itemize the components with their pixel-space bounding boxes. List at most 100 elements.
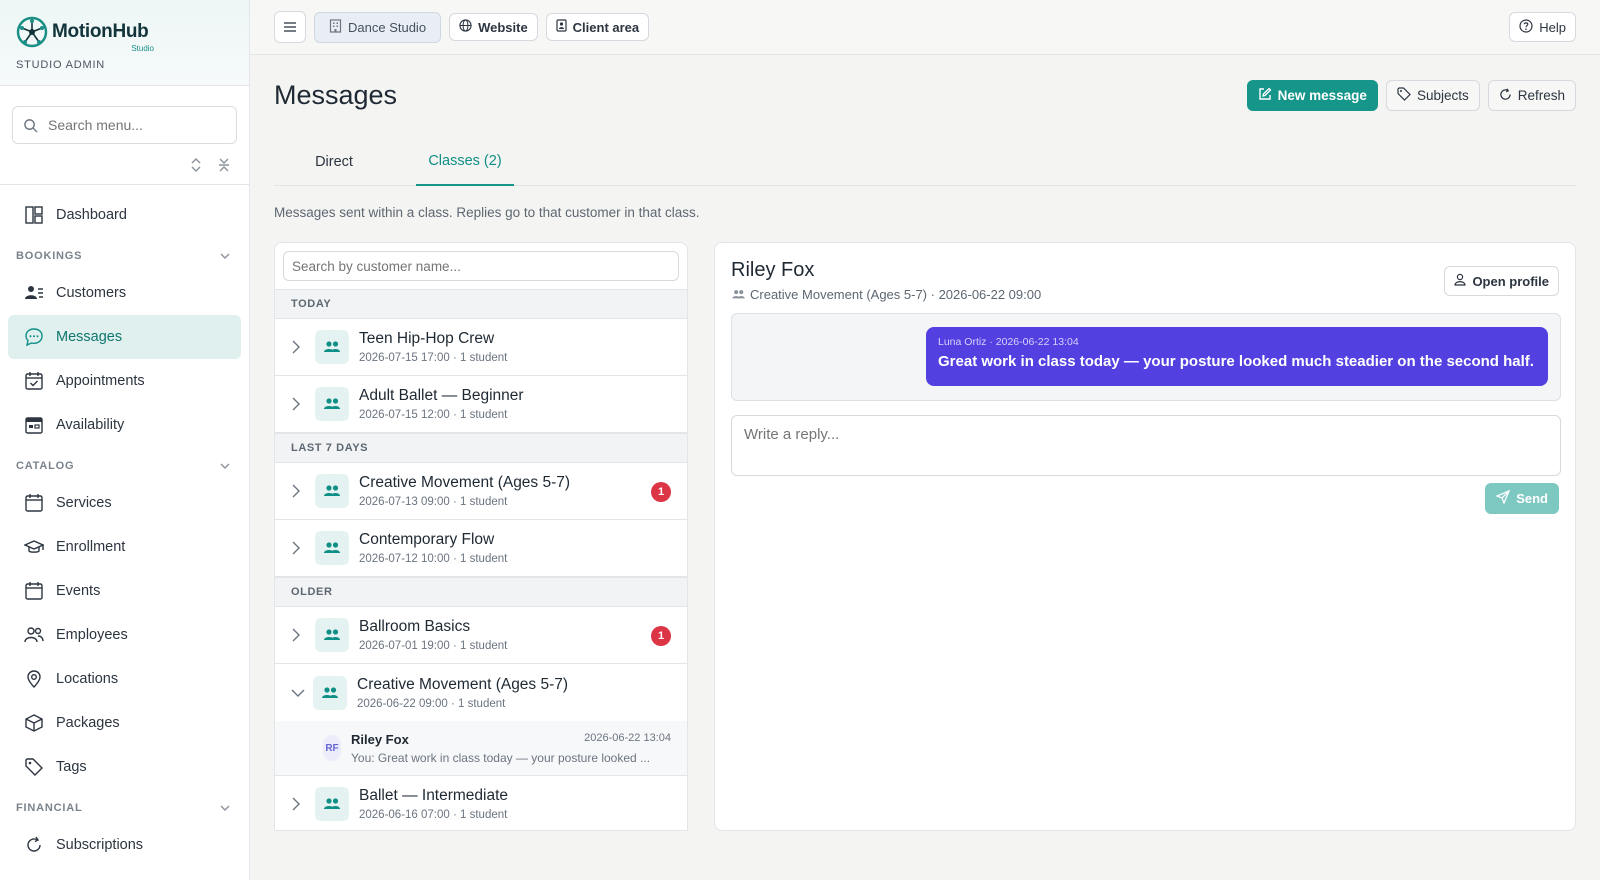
- section-label: BOOKINGS: [16, 250, 83, 262]
- studio-label: Dance Studio: [348, 19, 427, 35]
- topbar: Dance Studio Website Client area Help: [250, 0, 1600, 55]
- section-catalog[interactable]: CATALOG: [0, 451, 249, 481]
- sidebar-item-dashboard[interactable]: Dashboard: [8, 193, 241, 237]
- avatar: RF: [323, 735, 341, 761]
- chevron-right-icon: [291, 797, 307, 811]
- class-row[interactable]: Teen Hip-Hop Crew 2026-07-15 17:00 · 1 st…: [275, 319, 687, 376]
- sidebar-item-label: Dashboard: [56, 207, 127, 223]
- studio-selector-button[interactable]: Dance Studio: [314, 11, 442, 43]
- sidebar-item-label: Employees: [56, 627, 128, 643]
- expand-all-icon[interactable]: [189, 158, 203, 172]
- help-label: Help: [1539, 19, 1566, 35]
- class-row[interactable]: Ballroom Basics 2026-07-01 19:00 · 1 stud…: [275, 607, 687, 664]
- class-list-panel: TODAY Teen Hip-Hop Crew 2026-07-15 17:00 …: [274, 242, 688, 831]
- sidebar-item-availability[interactable]: Availability: [8, 403, 241, 447]
- sidebar-item-events[interactable]: Events: [8, 569, 241, 613]
- class-name: Creative Movement (Ages 5-7): [357, 675, 569, 693]
- chevron-down-icon: [219, 460, 231, 472]
- refresh-icon: [24, 835, 44, 855]
- people-icon: [732, 290, 745, 299]
- refresh-label: Refresh: [1517, 88, 1565, 103]
- sidebar-item-locations[interactable]: Locations: [8, 657, 241, 701]
- class-name: Adult Ballet — Beginner: [359, 387, 524, 404]
- section-label: CATALOG: [16, 460, 75, 472]
- sidebar-item-label: Events: [56, 583, 101, 599]
- tab-direct[interactable]: Direct: [274, 138, 394, 186]
- sidebar-item-packages[interactable]: Packages: [8, 701, 241, 745]
- map-pin-icon: [24, 669, 44, 689]
- sidebar-item-label: Messages: [56, 329, 123, 345]
- sidebar-item-label: Enrollment: [56, 539, 126, 555]
- unread-badge: 1: [651, 626, 671, 646]
- reply-textarea[interactable]: [731, 415, 1561, 476]
- class-row[interactable]: Creative Movement (Ages 5-7) 2026-07-13 0…: [275, 463, 687, 520]
- hamburger-icon: [284, 20, 296, 35]
- tab-hint: Messages sent within a class. Replies go…: [274, 205, 700, 220]
- group-avatar: [315, 618, 349, 652]
- new-message-label: New message: [1277, 88, 1367, 103]
- sidebar-item-label: Locations: [56, 671, 119, 687]
- class-meta: 2026-07-01 19:00 · 1 student: [359, 640, 508, 652]
- website-button[interactable]: Website: [449, 13, 538, 41]
- class-row[interactable]: Ballet — Intermediate 2026-06-16 07:00 · …: [275, 776, 687, 830]
- calendar-icon: [24, 581, 44, 601]
- tab-classes[interactable]: Classes (2): [416, 138, 514, 186]
- sidebar-item-messages[interactable]: Messages: [8, 315, 241, 359]
- sidebar-item-label: Availability: [56, 417, 125, 433]
- group-avatar: [315, 474, 349, 508]
- people-icon: [324, 542, 340, 553]
- customer-search[interactable]: [283, 251, 679, 281]
- sidebar: MotionHub Studio STUDIO ADMIN Dashboard …: [0, 0, 250, 880]
- group-avatar: [313, 675, 347, 710]
- group-header-older: OLDER: [275, 577, 687, 607]
- conversation-row-selected[interactable]: RF Riley Fox 2026-06-22 13:04 You: Great…: [275, 721, 687, 776]
- subjects-label: Subjects: [1416, 88, 1469, 103]
- class-row-expanded[interactable]: Creative Movement (Ages 5-7) 2026-06-22 0…: [275, 664, 687, 721]
- customer-search-input[interactable]: [292, 258, 670, 274]
- class-row[interactable]: Adult Ballet — Beginner 2026-07-15 12:00 …: [275, 376, 687, 433]
- id-card-icon: [556, 19, 567, 35]
- search-icon: [24, 118, 38, 133]
- user-icon: [1454, 273, 1467, 289]
- sidebar-item-enrollment[interactable]: Enrollment: [8, 525, 241, 569]
- group-avatar: [315, 387, 349, 421]
- sidebar-item-label: Subscriptions: [56, 837, 144, 853]
- sidebar-item-tags[interactable]: Tags: [8, 745, 241, 789]
- brand-header: MotionHub Studio STUDIO ADMIN: [0, 0, 249, 86]
- refresh-button[interactable]: Refresh: [1487, 80, 1576, 111]
- calendar-icon: [24, 493, 44, 513]
- help-circle-icon: [1519, 18, 1533, 36]
- send-button[interactable]: Send: [1485, 483, 1559, 514]
- sidebar-item-label: Appointments: [56, 373, 145, 389]
- section-bookings[interactable]: BOOKINGS: [0, 241, 249, 271]
- menu-search-input[interactable]: [48, 117, 218, 133]
- new-message-button[interactable]: New message: [1246, 80, 1378, 111]
- class-meta: 2026-06-16 07:00 · 1 student: [359, 809, 508, 821]
- sidebar-item-label: Tags: [56, 759, 87, 775]
- help-button[interactable]: Help: [1509, 12, 1576, 42]
- website-label: Website: [478, 19, 528, 35]
- open-profile-button[interactable]: Open profile: [1444, 266, 1559, 296]
- people-icon: [324, 485, 340, 496]
- send-label: Send: [1516, 491, 1548, 506]
- class-name: Contemporary Flow: [359, 531, 495, 548]
- page-actions: New message Subjects Refresh: [1246, 80, 1576, 111]
- conversation-preview: You: Great work in class today — your po…: [351, 750, 651, 765]
- menu-toggle-button[interactable]: [274, 11, 306, 43]
- menu-search[interactable]: [12, 106, 237, 144]
- sidebar-item-employees[interactable]: Employees: [8, 613, 241, 657]
- group-avatar: [315, 787, 349, 821]
- collapse-all-icon[interactable]: [217, 158, 231, 172]
- people-icon: [322, 686, 338, 698]
- sidebar-item-appointments[interactable]: Appointments: [8, 359, 241, 403]
- sidebar-item-customers[interactable]: Customers: [8, 271, 241, 315]
- tag-icon: [1397, 87, 1411, 104]
- client-area-button[interactable]: Client area: [545, 13, 650, 41]
- subjects-button[interactable]: Subjects: [1385, 80, 1480, 111]
- class-name: Ballroom Basics: [359, 618, 471, 635]
- sidebar-item-services[interactable]: Services: [8, 481, 241, 525]
- class-row[interactable]: Contemporary Flow 2026-07-12 10:00 · 1 st…: [275, 520, 687, 577]
- section-financial[interactable]: FINANCIAL: [0, 793, 249, 823]
- sidebar-item-subscriptions[interactable]: Subscriptions: [8, 823, 241, 867]
- message-bubble: Luna Ortiz · 2026-06-22 13:04 Great work…: [926, 327, 1548, 386]
